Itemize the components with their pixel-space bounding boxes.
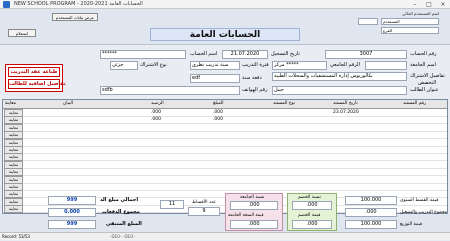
remaining-field[interactable]: 999 — [48, 220, 96, 229]
col-doc-no: رقم المستند — [403, 101, 427, 106]
col-amount: المبلغ — [213, 101, 224, 106]
program-label: فترة التدريب — [242, 62, 269, 68]
phone-field[interactable]: sdfb — [100, 86, 240, 95]
cell-amount: .000 — [213, 110, 224, 115]
address-field[interactable]: جبيل — [272, 86, 407, 95]
training-total-field[interactable]: .000 — [345, 208, 397, 217]
reg-date-field[interactable]: 21.07.2020 — [222, 50, 268, 59]
discount-amount-label: قيمة الخصم — [298, 213, 321, 218]
discount-amount-field[interactable]: .000 — [292, 220, 332, 229]
program-field[interactable]: سنة تدريب نظري — [190, 61, 240, 70]
account-name-field[interactable]: ****** — [100, 50, 186, 59]
cell-balance: .000 — [151, 110, 162, 115]
col-description: البيان — [63, 101, 74, 106]
user-code-field[interactable] — [358, 18, 378, 25]
paid-total-field[interactable]: 0.000 — [48, 208, 96, 217]
maximize-button[interactable]: □ — [422, 0, 436, 9]
current-user-title: اسم المستخدم الحالي — [402, 11, 439, 16]
window-title: NEW SCHOOL PROGRAM - 2020-2021 الحسابات … — [14, 1, 143, 7]
distribution-value-label: قيمة التوزيع — [400, 222, 423, 227]
col-preview: معاينة — [5, 101, 16, 106]
university-grant-label: قيمة المنحة الجامعة — [228, 213, 264, 218]
paid-total-label: مجموع الدفعات — [102, 209, 140, 215]
university-no-field[interactable]: مركز ***** — [272, 61, 327, 70]
year-label: دفعة سنة — [242, 75, 262, 81]
account-no-field[interactable]: 3007 — [325, 50, 407, 59]
window-titlebar: NEW SCHOOL PROGRAM - 2020-2021 الحسابات … — [0, 0, 450, 9]
col-balance: الرصيد — [151, 101, 164, 106]
current-user-field[interactable]: المستخدم — [381, 18, 439, 25]
grid-header: رقم المستند تاريخ المستند نوع المستند ال… — [3, 100, 447, 109]
discount-rate-field[interactable]: .000 — [292, 201, 332, 210]
reg-date-label: تاريخ التسجيل — [271, 51, 300, 57]
distribution-value-field[interactable]: 100.000 — [345, 220, 397, 229]
print-contract-button[interactable]: طباعة عقد التدريب — [8, 67, 60, 77]
university-rate-field[interactable]: .000 — [230, 201, 278, 210]
university-label: اسم الجامعة — [410, 62, 436, 68]
account-no-label: رقم الحساب — [410, 51, 437, 57]
subscription-details-field[interactable]: بكالوريوس إدارة المستشفيات والسجلات الطب… — [272, 72, 407, 81]
per-installment-field[interactable]: 11 — [160, 200, 184, 209]
cell-balance: .000 — [151, 117, 162, 123]
address-label: عنوان الطالب — [410, 87, 439, 93]
phone-label: رقم الهواتف — [242, 87, 268, 93]
grand-total-field[interactable]: 999 — [48, 196, 96, 205]
close-button[interactable]: × — [436, 0, 450, 9]
type-field[interactable]: جزئي — [110, 61, 138, 70]
account-name-label: اسم الحساب — [190, 51, 218, 57]
page-title: الحسابات العامة — [150, 28, 300, 41]
installments-count-label: عدد الأقساط — [192, 200, 216, 205]
university-no-label: الرقم الجامعي — [330, 62, 360, 68]
view-user-data-button[interactable]: عرض بيانات المستخدم — [52, 13, 98, 21]
status-bar: Record: 53/53 -DEO- -DEO- — [0, 232, 450, 240]
annual-installment-field[interactable]: 100.000 — [345, 196, 397, 205]
university-grant-field[interactable]: .000 — [230, 220, 278, 229]
row-preview-button[interactable]: معاينة — [4, 205, 23, 214]
annual-installment-label: قيمة القسط السنوي — [400, 198, 439, 203]
cell-amount: .000 — [213, 117, 224, 123]
student-details-button[interactable]: تفاصيل اضافية للطالب — [8, 79, 66, 89]
app-icon — [3, 1, 10, 8]
training-total-label: مجموع التدريب والتشغيل — [400, 210, 448, 215]
branch-field[interactable]: الفرع — [381, 27, 439, 34]
minimize-button[interactable]: – — [408, 0, 422, 9]
col-doc-type: نوع المستند — [273, 101, 296, 106]
installments-count-field[interactable]: 9 — [188, 207, 220, 216]
year-field[interactable]: edf — [190, 74, 240, 83]
remaining-label: المبلغ المتبقي — [106, 221, 142, 227]
cell-date: 23.07.2020 — [333, 110, 359, 115]
grand-total-label: اجمالي مبلغ الد — [100, 197, 139, 203]
query-button[interactable]: استعلام — [8, 29, 36, 37]
type-label: نوع الاشتراك — [140, 62, 167, 68]
col-doc-date: تاريخ المستند — [333, 101, 358, 106]
university-field[interactable] — [365, 61, 407, 70]
